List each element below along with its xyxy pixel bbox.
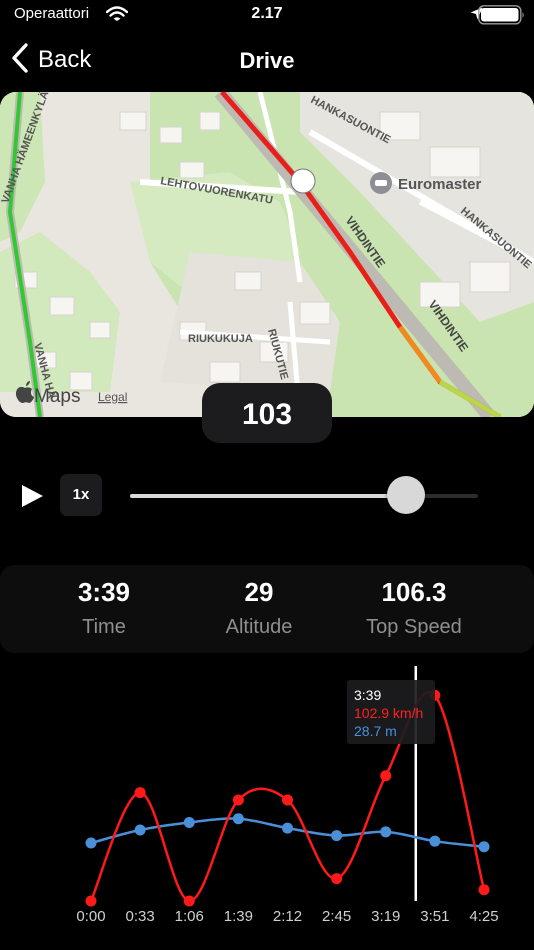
maps-attribution: Maps	[34, 386, 80, 407]
stat-top-speed: 106.3 Top Speed	[334, 577, 494, 639]
stat-label: Top Speed	[366, 616, 462, 638]
tooltip-time: 3:39	[354, 687, 382, 703]
data-point	[478, 884, 490, 896]
navigation-bar: Back Drive	[0, 30, 534, 90]
slider-thumb[interactable]	[387, 476, 426, 514]
x-tick-label: 4:25	[469, 908, 498, 925]
play-icon	[22, 485, 43, 507]
data-point	[429, 835, 441, 847]
stat-altitude: 29 Altitude	[179, 577, 339, 639]
x-tick-label: 1:39	[224, 908, 253, 925]
poi-label: Euromaster	[398, 176, 482, 193]
data-point	[85, 837, 97, 849]
data-point	[380, 770, 392, 782]
street-label: RIUKUKUJA	[188, 333, 253, 345]
data-point	[183, 816, 195, 828]
tooltip-speed: 102.9 km/h	[354, 705, 424, 721]
x-tick-label: 2:45	[322, 908, 351, 925]
speed-altitude-chart[interactable]: 0:00 0:33 1:06 1:39 2:12 2:45 3:19 3:51 4:25	[0, 660, 534, 930]
x-tick-label: 2:12	[273, 908, 302, 925]
playback-rate-button[interactable]: 1x	[60, 474, 102, 516]
stat-value: 106.3	[381, 577, 447, 607]
data-point	[478, 841, 490, 853]
stats-panel: 3:39 Time 29 Altitude 106.3 Top Speed	[0, 565, 534, 653]
status-clock: 2.17	[251, 5, 283, 22]
stat-label: Altitude	[225, 616, 293, 638]
x-tick-label: 3:19	[371, 908, 400, 925]
play-button[interactable]	[18, 482, 46, 510]
data-point	[282, 794, 293, 806]
battery-icon	[478, 5, 526, 30]
data-point	[134, 824, 146, 836]
stat-value: 29	[244, 577, 274, 607]
data-point	[282, 822, 293, 834]
data-point	[134, 787, 146, 799]
playback-slider[interactable]	[130, 474, 478, 516]
data-point	[331, 873, 343, 885]
x-tick-label: 0:00	[76, 908, 105, 925]
stat-label: Time	[82, 616, 126, 638]
data-point	[380, 826, 392, 838]
current-speed-readout: 103	[202, 383, 332, 443]
stat-value: 3:39	[77, 577, 131, 607]
data-point	[232, 794, 244, 806]
chart-tooltip: 3:39 102.9 km/h 28.7 m	[347, 680, 435, 744]
route-map[interactable]: VANHA HÄMEENKYLÄN LEHTOVUORENKATU HANKAS…	[0, 92, 534, 417]
tooltip-altitude: 28.7 m	[354, 723, 397, 739]
data-point	[183, 895, 195, 907]
data-point	[232, 813, 244, 825]
stat-time: 3:39 Time	[24, 577, 184, 639]
data-point	[85, 895, 97, 907]
data-point	[331, 830, 343, 842]
x-tick-label: 3:51	[420, 908, 449, 925]
slider-fill	[130, 494, 407, 498]
x-tick-label: 1:06	[175, 908, 204, 925]
status-bar: Operaattori 2.17	[0, 0, 534, 30]
x-tick-label: 0:33	[126, 908, 155, 925]
legal-link[interactable]: Legal	[98, 390, 127, 404]
page-title: Drive	[239, 48, 295, 73]
